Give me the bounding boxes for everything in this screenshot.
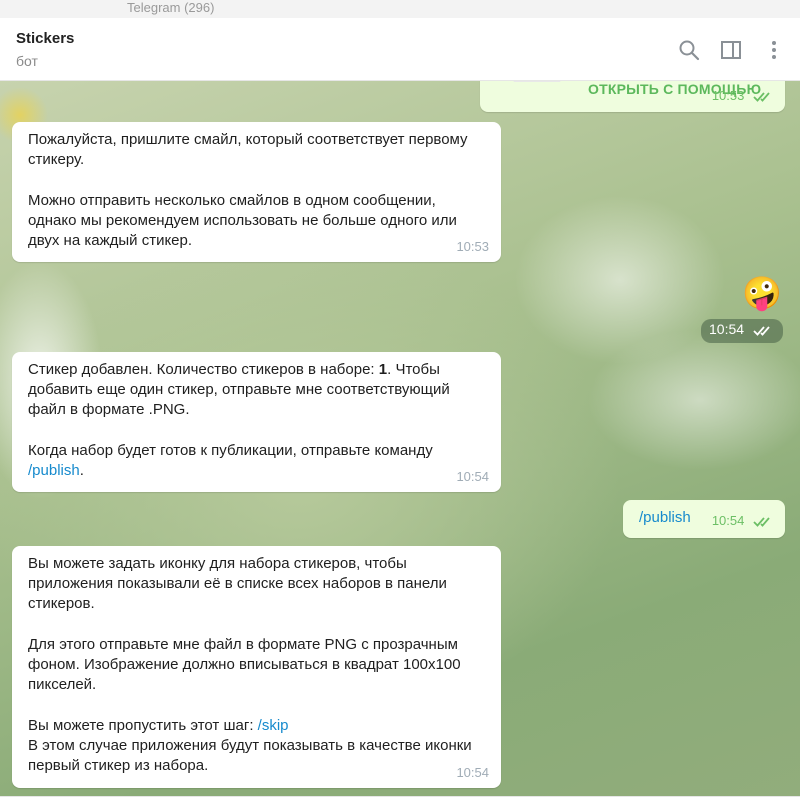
message-bubble-incoming: Стикер добавлен. Количество стикеров в н… xyxy=(12,352,501,492)
message-text: Можно отправить несколько смайлов в одно… xyxy=(28,191,457,249)
message-text: Для этого отправьте мне файл в формате P… xyxy=(28,635,461,694)
message-composer[interactable] xyxy=(0,796,800,812)
message-time: 10:53 xyxy=(712,86,773,106)
message-text: Стикер добавлен. Количество стикеров в н… xyxy=(28,361,450,419)
sidebar-toggle-icon[interactable] xyxy=(719,38,743,62)
message-bubble-outgoing: /publish 10:54 xyxy=(623,500,785,538)
chat-status: бот xyxy=(16,53,38,69)
chat-messages[interactable]: ОТКРЫТЬ С ПОМОЩЬЮ 10:53 Пожалуйста, приш… xyxy=(0,80,800,811)
message-time: 10:54 xyxy=(712,511,773,531)
emoji-message: 🤪 xyxy=(742,275,782,311)
message-text: Вы можете пропустить этот шаг: /skip В эт… xyxy=(28,716,472,774)
more-vertical-icon[interactable] xyxy=(762,38,786,62)
message-time: 10:53 xyxy=(456,238,489,254)
skip-command-link[interactable]: /skip xyxy=(258,717,289,734)
chat-title[interactable]: Stickers xyxy=(16,30,74,47)
message-bubble-incoming: Пожалуйста, пришлите смайл, который соот… xyxy=(12,122,501,262)
chat-header[interactable]: Stickers бот xyxy=(0,18,800,81)
read-receipt-icon xyxy=(753,517,770,527)
message-bubble-incoming: Вы можете задать иконку для набора стике… xyxy=(12,546,501,788)
read-receipt-icon xyxy=(753,92,770,102)
publish-command-link[interactable]: /publish xyxy=(639,509,691,526)
message-text: Вы можете задать иконку для набора стике… xyxy=(28,555,447,613)
window-title: Telegram (296) xyxy=(127,0,215,15)
message-time: 10:54 xyxy=(456,764,489,780)
message-bubble-outgoing: ОТКРЫТЬ С ПОМОЩЬЮ 10:53 xyxy=(480,80,785,112)
window-titlebar: Telegram (296) xyxy=(0,0,800,18)
read-receipt-icon xyxy=(753,326,770,336)
message-time: 10:54 xyxy=(456,468,489,484)
message-text: Пожалуйста, пришлите смайл, который соот… xyxy=(28,131,468,169)
publish-command-link[interactable]: /publish xyxy=(28,462,80,479)
message-text: Когда набор будет готов к публикации, от… xyxy=(28,441,433,479)
emoji-message-time: 10:54 xyxy=(701,319,783,343)
search-icon[interactable] xyxy=(677,38,701,62)
